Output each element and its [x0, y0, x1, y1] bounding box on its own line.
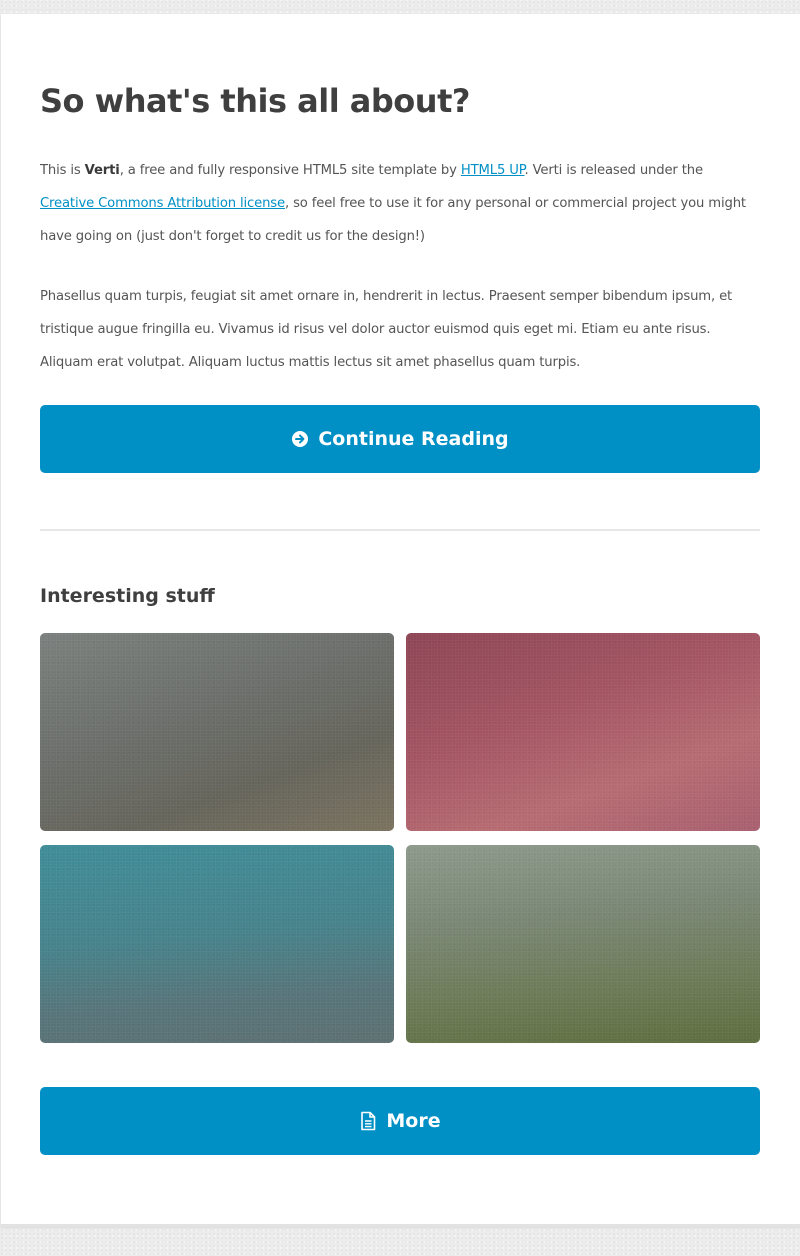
brand-name: Verti — [84, 163, 120, 178]
intro-mid2: . Verti is released under the — [524, 163, 704, 178]
gallery-tile-4[interactable] — [406, 845, 760, 1043]
continue-reading-button[interactable]: Continue Reading — [40, 405, 760, 473]
intro-mid: , a free and fully responsive HTML5 site… — [119, 163, 461, 178]
intro-prefix: This is — [40, 163, 85, 178]
section-divider — [40, 529, 760, 531]
main-panel: So what's this all about? This is Verti,… — [1, 14, 800, 1227]
arrow-circle-right-icon — [291, 430, 309, 448]
license-link[interactable]: Creative Commons Attribution license — [40, 196, 285, 211]
more-label: More — [386, 1110, 441, 1132]
gallery-tile-1[interactable] — [40, 633, 394, 831]
intro-paragraph: This is Verti, a free and fully responsi… — [40, 154, 760, 253]
continue-reading-label: Continue Reading — [318, 428, 509, 450]
body-paragraph: Phasellus quam turpis, feugiat sit amet … — [40, 289, 733, 370]
more-button[interactable]: More — [40, 1087, 760, 1155]
page-title: So what's this all about? — [40, 82, 470, 120]
document-icon — [359, 1111, 377, 1131]
page-background: So what's this all about? This is Verti,… — [0, 0, 800, 1256]
gallery-tile-2[interactable] — [406, 633, 760, 831]
html5up-link[interactable]: HTML5 UP — [461, 163, 525, 178]
gallery-heading: Interesting stuff — [40, 585, 215, 607]
gallery-tile-3[interactable] — [40, 845, 394, 1043]
